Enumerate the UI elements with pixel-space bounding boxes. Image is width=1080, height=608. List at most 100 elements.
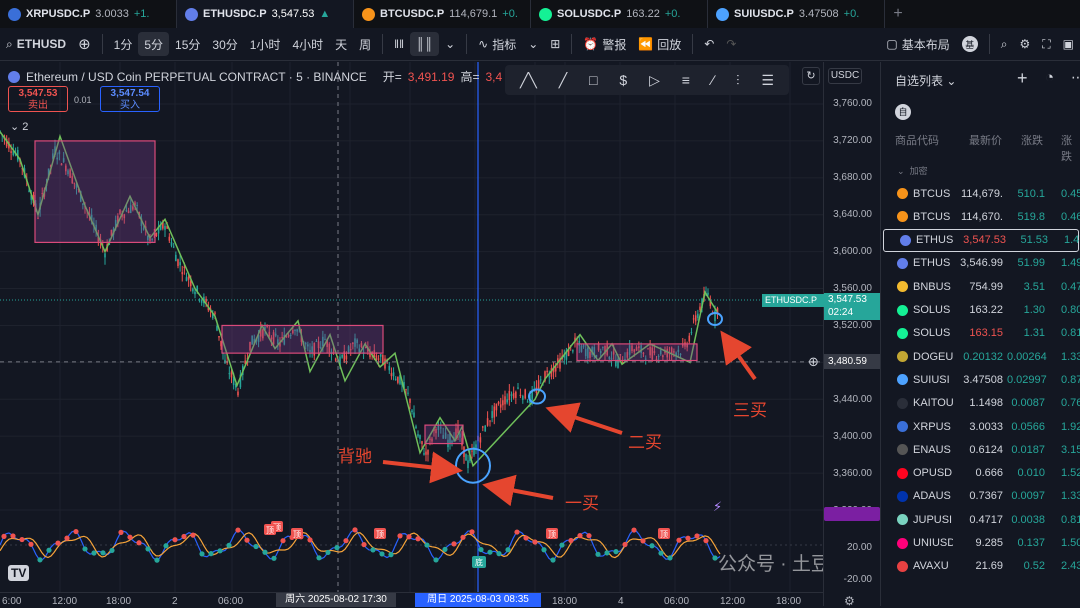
tradingview-logo[interactable]: TV [8, 565, 30, 581]
add-alert-icon[interactable]: ⊕ [808, 354, 819, 369]
trendline-icon[interactable]: ╱ [559, 72, 567, 89]
replay-button[interactable]: ⏪ 回放 [632, 32, 687, 56]
price-label-icon[interactable]: $ [619, 72, 627, 88]
pivot-zone[interactable] [34, 140, 156, 244]
pie-chart-icon[interactable]: ◔ [1045, 69, 1054, 86]
interval-3[interactable]: 30分 [206, 32, 243, 56]
coin-icon [897, 188, 908, 199]
chart-canvas[interactable]: 顶顶顶顶顶顶底 [0, 62, 823, 592]
tab-price: 3.47508 [798, 8, 839, 20]
fullscreen-button[interactable]: ⛶ [1036, 32, 1056, 56]
time-axis[interactable]: 6:0012:0018:00206:0012:0018:00406:0012:0… [0, 592, 823, 607]
undo-button[interactable]: ↶ [698, 32, 720, 56]
collapse-toggle[interactable]: ⌄ 2 [10, 120, 28, 133]
watchlist-row[interactable]: AVAXU 21.69 0.52 2.43 [881, 555, 1080, 578]
watchlist-row[interactable]: ADAUS 0.7367 0.0097 1.33 [881, 485, 1080, 508]
osc-dot [469, 529, 475, 535]
watchlist-row[interactable]: ETHUS 3,546.99 51.99 1.49 [881, 252, 1080, 275]
sell-button[interactable]: 3,547.53 卖出 [8, 86, 68, 112]
group-header[interactable]: ⌄ 加密 [897, 164, 928, 177]
watchlist-row[interactable]: BNBUS 754.99 3.51 0.47 [881, 275, 1080, 298]
add-symbol-icon[interactable]: + [1017, 68, 1028, 89]
watchlist-title-button[interactable]: 自选列表 ⌄ [895, 72, 956, 89]
tab-suiusdc-p[interactable]: SUIUSDC.P 3.47508 +0. [708, 0, 885, 28]
settings-button[interactable]: ⚙ [1013, 32, 1036, 56]
settings-lines-icon[interactable]: ⫶ [736, 72, 740, 89]
candle-body [377, 358, 380, 360]
interval-4[interactable]: 1小时 [244, 32, 287, 56]
watchlist-row[interactable]: XRPUS 3.0033 0.0566 1.92 [881, 415, 1080, 438]
interval-6[interactable]: 天 [329, 32, 353, 56]
tab-symbol: SUIUSDC.P [734, 8, 794, 20]
watchlist-row[interactable]: ENAUS 0.6124 0.0187 3.15 [881, 438, 1080, 461]
templates-button[interactable]: ⊞ [544, 32, 566, 56]
watchlist-row[interactable]: UNIUSD 9.285 0.137 1.50 [881, 532, 1080, 555]
pivot-zone[interactable] [576, 343, 698, 362]
bar-style-button[interactable]: ‖‖ [388, 32, 410, 56]
col-change-pct[interactable]: 涨跌 [1061, 132, 1080, 164]
interval-1[interactable]: 5分 [138, 32, 170, 56]
indicators-dropdown[interactable]: ⌄ [522, 32, 544, 56]
interval-5[interactable]: 4小时 [286, 32, 329, 56]
tab-symbol: XRPUSDC.P [26, 8, 91, 20]
redo-button[interactable]: ↷ [720, 32, 742, 56]
tab-solusdc-p[interactable]: SOLUSDC.P 163.22 +0. [531, 0, 708, 28]
candle-body [177, 259, 179, 267]
col-symbol[interactable]: 商品代码 [895, 132, 939, 148]
watchlist-row[interactable]: SOLUS 163.15 1.31 0.81 [881, 322, 1080, 345]
sync-icon[interactable]: ↻ [802, 67, 820, 85]
quick-search-button[interactable]: ⌕ [995, 32, 1014, 56]
watchlist-row[interactable]: JUPUSI 0.4717 0.0038 0.81 [881, 508, 1080, 531]
alert-button[interactable]: ⏰ 警报 [577, 32, 632, 56]
rectangle-icon[interactable]: □ [589, 72, 597, 88]
menu-icon[interactable]: ☰ [761, 72, 774, 89]
currency-selector[interactable]: USDC [828, 68, 862, 84]
candle-body [179, 262, 181, 266]
pattern-icon[interactable]: ▷ [649, 72, 660, 89]
pivot-zone[interactable] [424, 424, 464, 445]
watchlist-row[interactable]: SOLUS 163.22 1.30 0.80 [881, 299, 1080, 322]
watchlist-row[interactable]: BTCUS 114,670. 519.8 0.46 [881, 205, 1080, 228]
watchlist-row[interactable]: SUIUSI 3.47508 0.02997 0.87 [881, 368, 1080, 391]
osc-dot [451, 541, 457, 547]
indicators-button[interactable]: ∿ 指标 [472, 32, 522, 56]
snapshot-button[interactable]: ▣ [1057, 32, 1080, 56]
candle-style-button[interactable]: ║║ [410, 32, 440, 56]
watchlist-row[interactable]: BTCUS 114,679. 510.1 0.45 [881, 182, 1080, 205]
price-axis[interactable]: USDC ↻ 3,760.00 3,720.00 3,680.00 3,640.00 3… [762, 62, 880, 608]
osc-dot [46, 547, 52, 553]
tab-btcusdc-p[interactable]: BTCUSDC.P 114,679.1 +0. [354, 0, 531, 28]
path-icon[interactable]: ∕ [712, 72, 714, 88]
interval-0[interactable]: 1分 [108, 32, 139, 56]
watchlist-row[interactable]: OPUSD 0.666 0.010 1.52 [881, 462, 1080, 485]
trend-angle-icon[interactable]: ╱╲ [520, 72, 537, 89]
tab-change: +0. [843, 8, 860, 20]
fib-icon[interactable]: ≡ [682, 72, 690, 88]
divider [692, 34, 694, 54]
symbol-search-button[interactable]: ⌕ ETHUSD [0, 32, 72, 56]
pivot-zone[interactable] [221, 324, 384, 354]
tab-xrpusdc-p[interactable]: XRPUSDC.P 3.0033 +1. [0, 0, 177, 28]
tab-change: +0. [502, 8, 518, 20]
interval-7[interactable]: 周 [353, 32, 377, 56]
more-icon[interactable]: ⋯ [1071, 69, 1080, 86]
coin-icon [897, 374, 908, 386]
watchlist-row[interactable]: ETHUS 3,547.53 51.53 1.47 [883, 228, 1080, 252]
tab-ethusdc-p[interactable]: ETHUSDC.P 3,547.53 ▲ [177, 0, 354, 28]
chart-pane[interactable]: 顶顶顶顶顶顶底 Ethereum / USD Coin PERPETUAL CO… [0, 62, 823, 592]
chart-type-dropdown[interactable]: ⌄ [439, 32, 461, 56]
row-symbol: ETHUS [913, 257, 951, 270]
col-change[interactable]: 涨跌 [1021, 132, 1043, 148]
layout-button[interactable]: ▢ 基本布局 [880, 32, 955, 56]
buy-button[interactable]: 3,547.54 买入 [100, 86, 160, 112]
compare-symbol-button[interactable]: ⊕ [72, 32, 97, 56]
interval-2[interactable]: 15分 [169, 32, 206, 56]
list-tag[interactable]: 自 [895, 104, 911, 120]
camera-icon: ▣ [1062, 37, 1074, 51]
watchlist-row[interactable]: DOGEU 0.20132 0.00264 1.33 [881, 345, 1080, 368]
avatar[interactable]: 基 [956, 32, 984, 56]
new-tab-button[interactable]: + [885, 0, 911, 28]
lightning-icon[interactable]: ⚡ [713, 499, 722, 515]
watchlist-row[interactable]: KAITOU 1.1498 0.0087 0.76 [881, 392, 1080, 415]
col-last[interactable]: 最新价 [969, 132, 1002, 148]
